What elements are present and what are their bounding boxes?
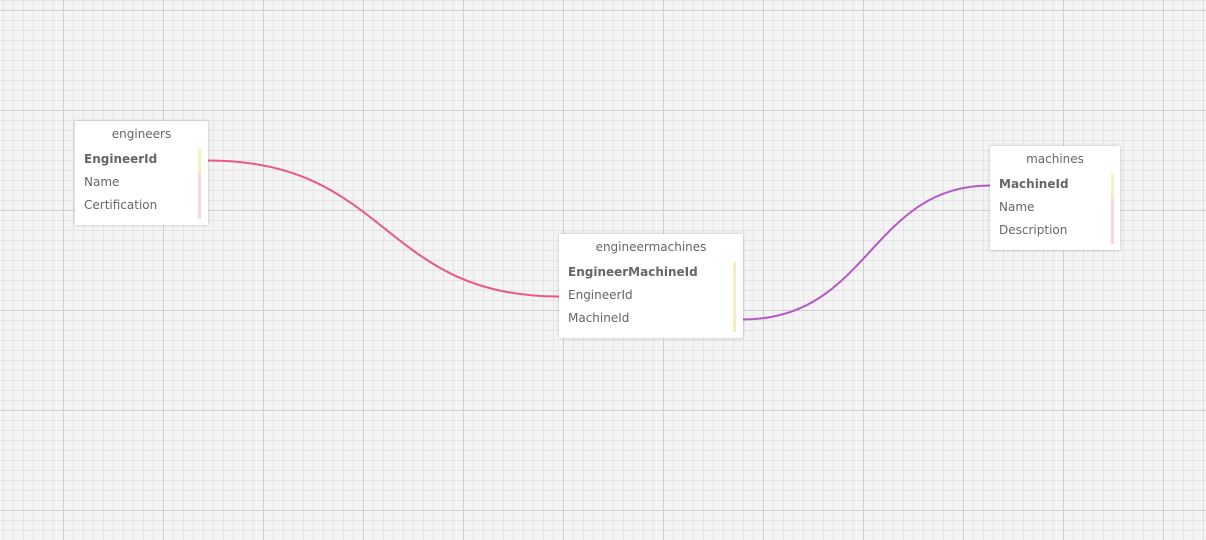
field-type-bar — [1111, 198, 1114, 244]
table-title: machines — [1026, 152, 1084, 166]
field-type-bar — [198, 173, 201, 219]
field-type-bar — [198, 149, 201, 173]
field-name[interactable]: Name — [75, 171, 208, 194]
table-engineers[interactable]: engineers EngineerId Name Certification — [75, 121, 208, 225]
table-title: engineermachines — [595, 240, 707, 254]
field-machineid[interactable]: MachineId — [990, 173, 1120, 196]
relation-engineers-engineermachines[interactable] — [207, 159, 560, 298]
field-type-bar — [733, 262, 736, 332]
field-engineermachineid[interactable]: EngineerMachineId — [559, 261, 743, 284]
field-machineid[interactable]: MachineId — [559, 307, 743, 330]
relation-engineermachines-machines[interactable] — [742, 184, 991, 321]
table-engineermachines[interactable]: engineermachines EngineerMachineId Engin… — [559, 234, 743, 338]
field-type-bar — [1111, 174, 1114, 198]
table-machines[interactable]: machines MachineId Name Description — [990, 146, 1120, 250]
table-title: engineers — [111, 127, 172, 141]
field-certification[interactable]: Certification — [75, 194, 208, 217]
diagram-canvas[interactable]: engineers EngineerId Name Certification … — [0, 0, 1206, 540]
field-engineerid[interactable]: EngineerId — [559, 284, 743, 307]
field-description[interactable]: Description — [990, 219, 1120, 242]
field-name[interactable]: Name — [990, 196, 1120, 219]
field-engineerid[interactable]: EngineerId — [75, 148, 208, 171]
